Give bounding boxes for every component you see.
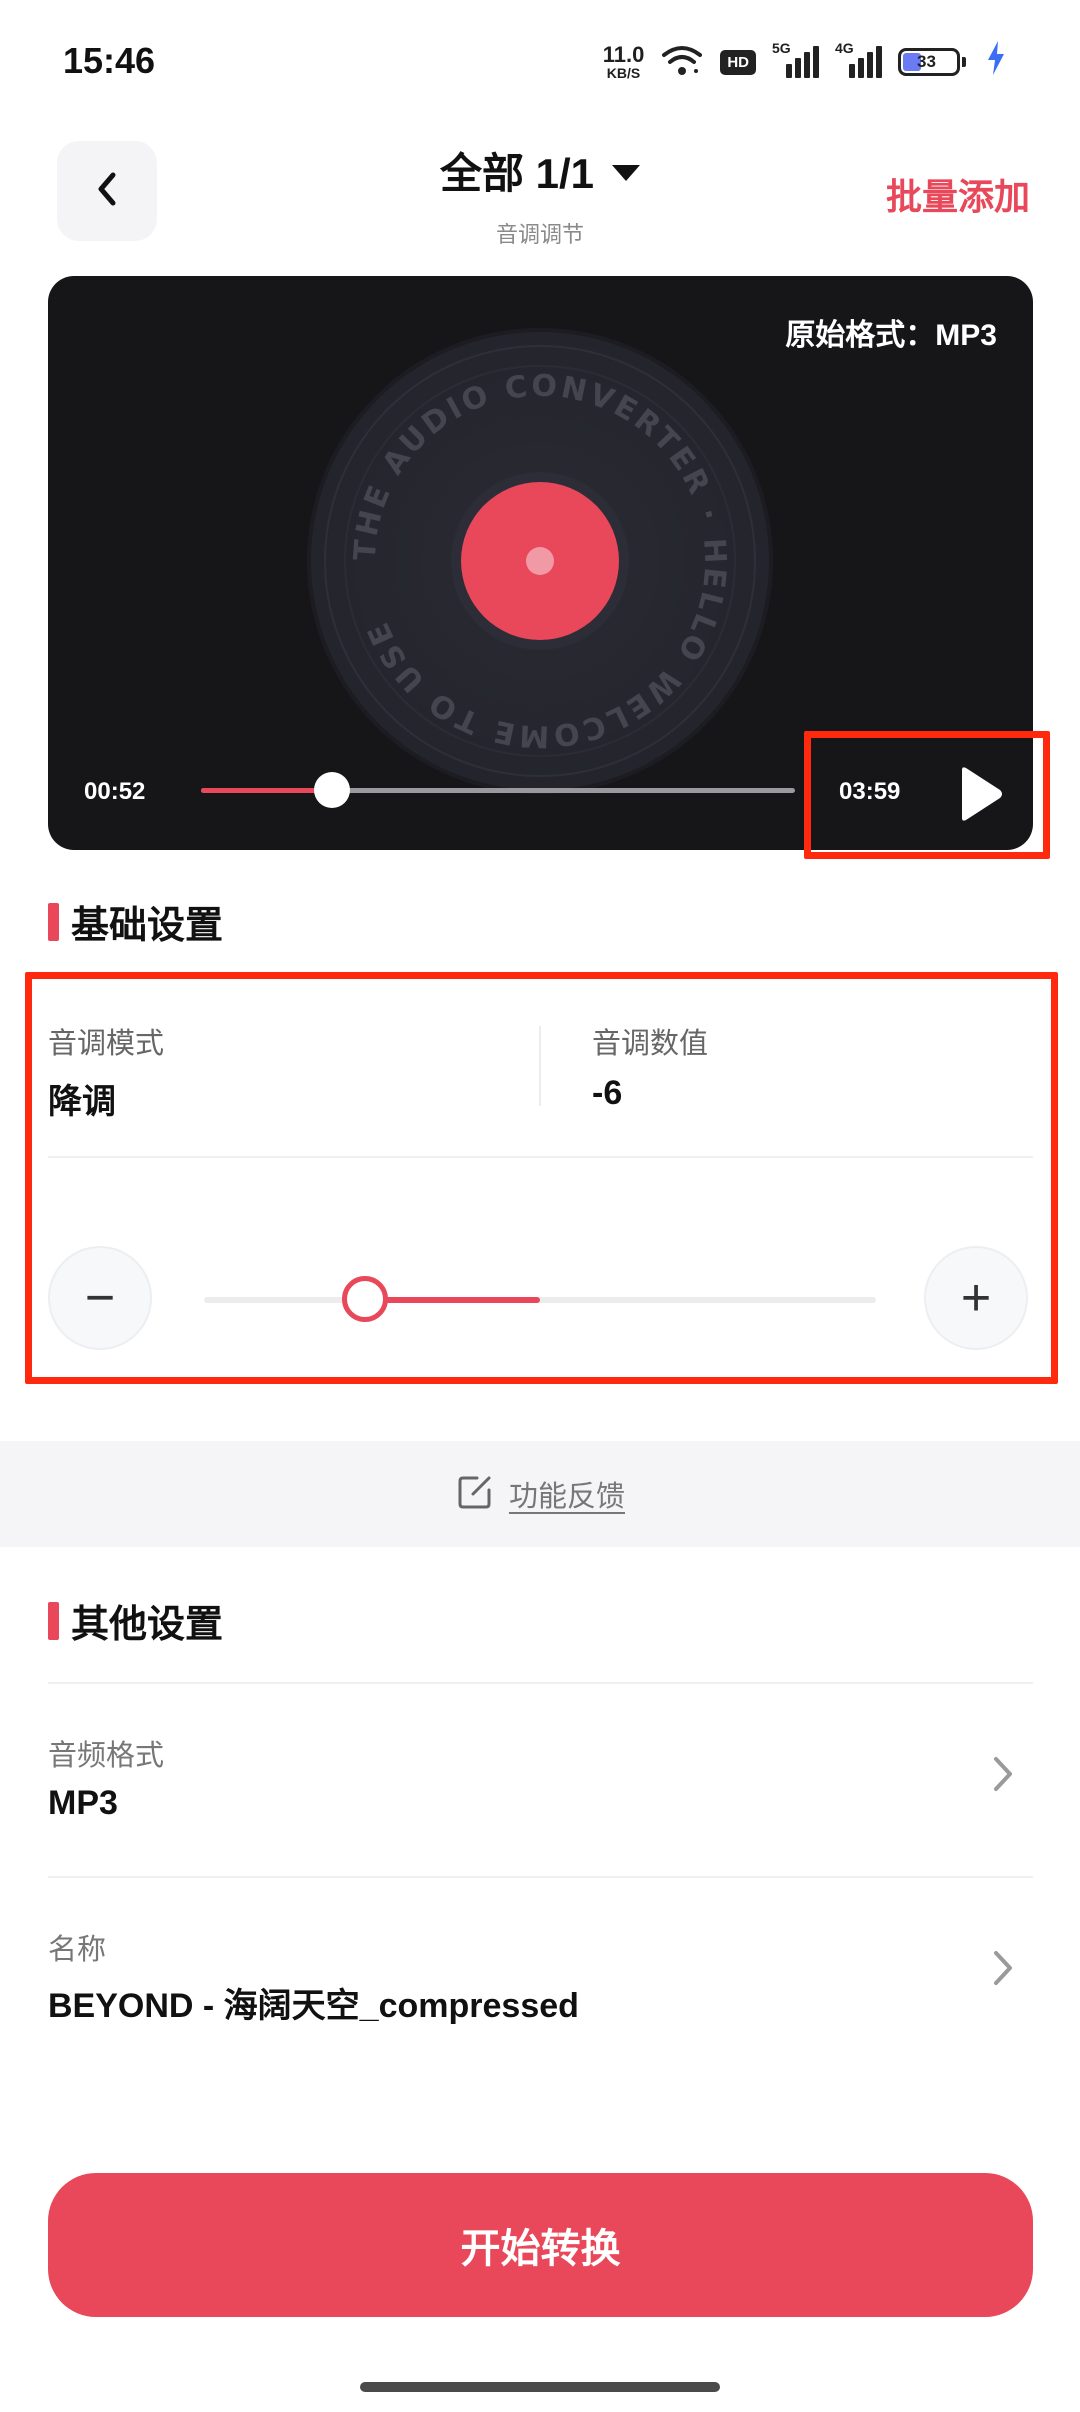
status-icons: 11.0 KB/S HD 5G 4G 33	[603, 38, 1006, 86]
increase-pitch-button[interactable]: +	[924, 1246, 1028, 1350]
signal-4g-icon: 4G	[835, 40, 882, 78]
audio-player: 原始格式：MP3 THE AUDIO CONVERTER · HELLO WEL…	[48, 276, 1033, 850]
playback-progress-bar[interactable]	[201, 772, 795, 808]
status-bar: 15:46 11.0 KB/S HD 5G 4G 33	[0, 0, 1080, 120]
pitch-info-row: 音调模式 降调 音调数值 -6	[48, 1004, 1033, 1154]
play-button[interactable]	[948, 764, 1008, 824]
decrease-pitch-button[interactable]: −	[48, 1246, 152, 1350]
charging-bolt-icon	[986, 40, 1006, 84]
pitch-slider[interactable]	[204, 1276, 876, 1322]
status-time: 15:46	[63, 40, 156, 81]
basic-settings-title: 基础设置	[71, 905, 224, 947]
file-name-row[interactable]: 名称 BEYOND - 海阔天空_compressed	[48, 1878, 1033, 2070]
signal-5g-icon: 5G	[772, 40, 819, 78]
vinyl-record-image: THE AUDIO CONVERTER · HELLO WELCOME TO U…	[307, 328, 773, 794]
batch-add-button[interactable]: 批量添加	[886, 168, 1030, 220]
other-settings-header: 其他设置	[48, 1593, 223, 1648]
vinyl-label	[461, 482, 619, 640]
chevron-right-icon	[991, 1948, 1015, 1993]
pitch-value-field: 音调数值 -6	[592, 1020, 708, 1113]
feedback-link[interactable]: 功能反馈	[509, 1473, 625, 1515]
pitch-value-label: 音调数值	[592, 1028, 709, 1060]
chevron-right-icon	[991, 1754, 1015, 1799]
hd-voice-icon: HD	[720, 49, 756, 75]
page-subtitle: 音调调节	[495, 222, 584, 247]
pitch-mode-field[interactable]: 音调模式 降调	[48, 1020, 164, 1123]
battery-icon: 33	[898, 48, 966, 76]
home-indicator[interactable]	[360, 2382, 720, 2392]
divider	[48, 1156, 1033, 1158]
signal-4g-tag: 4G	[835, 40, 854, 56]
network-speed-value: 11.0	[602, 42, 645, 67]
audio-format-label: 音频格式	[48, 1740, 165, 1772]
wifi-icon	[660, 43, 704, 82]
start-convert-button[interactable]: 开始转换	[48, 2173, 1033, 2317]
play-icon	[948, 767, 1008, 828]
pitch-value: -6	[592, 1074, 623, 1112]
audio-format-row[interactable]: 音频格式 MP3	[48, 1684, 1033, 1876]
network-speed-unit: KB/S	[606, 65, 641, 81]
edit-icon	[455, 1472, 495, 1517]
pitch-mode-label: 音调模式	[48, 1028, 165, 1060]
battery-level: 33	[917, 52, 936, 71]
page-title: 全部 1/1	[439, 150, 595, 197]
playback-progress-handle[interactable]	[313, 772, 350, 808]
current-time: 00:52	[84, 778, 146, 805]
network-speed: 11.0 KB/S	[602, 42, 645, 81]
pitch-slider-handle[interactable]	[342, 1276, 389, 1322]
basic-settings-header: 基础设置	[48, 894, 223, 949]
file-name-value: BEYOND - 海阔天空_compressed	[48, 1987, 579, 2025]
playback-progress-fill	[201, 788, 332, 793]
signal-5g-tag: 5G	[772, 40, 791, 56]
pitch-slider-fill	[365, 1297, 540, 1303]
feedback-band: 功能反馈	[0, 1441, 1080, 1547]
file-name-label: 名称	[48, 1934, 107, 1966]
caret-down-icon	[612, 164, 641, 181]
pitch-mode-value: 降调	[48, 1083, 116, 1121]
audio-format-value: MP3	[48, 1784, 118, 1822]
other-settings-title: 其他设置	[71, 1604, 224, 1646]
divider	[539, 1026, 541, 1106]
total-time: 03:59	[839, 778, 901, 805]
original-format-label: 原始格式：MP3	[785, 319, 997, 352]
file-selector-dropdown[interactable]: 全部 1/1	[439, 140, 641, 201]
